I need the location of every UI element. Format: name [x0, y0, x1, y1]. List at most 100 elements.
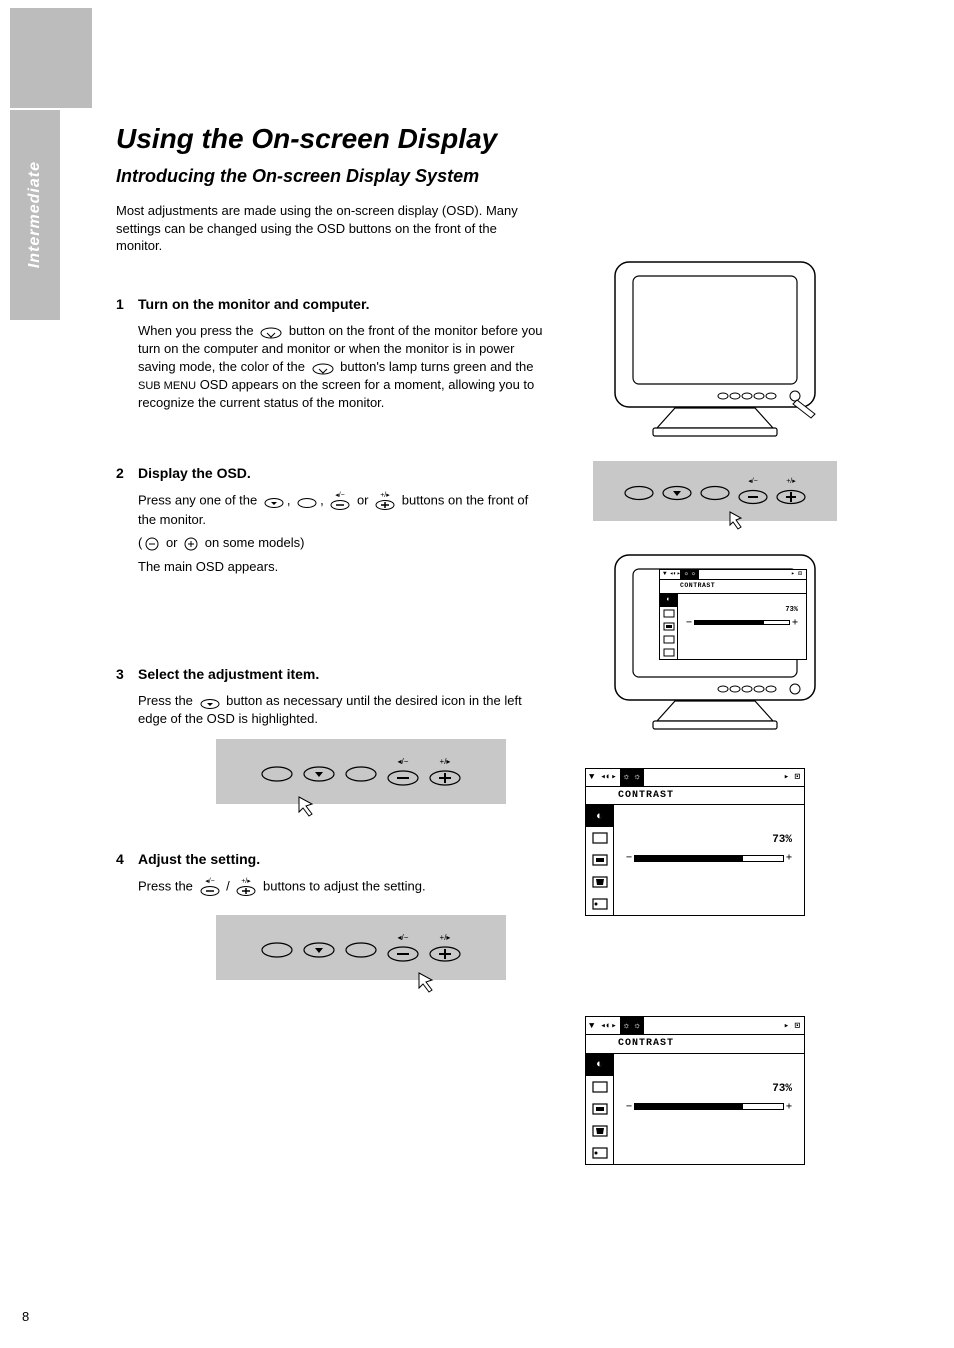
osd-fill [635, 856, 743, 861]
minus-icon: ◂/− [199, 877, 221, 897]
button-panel: ◂/− +/▸ [216, 739, 506, 804]
osd-panel: ▼ ◂◐▸ ☼ ☼ ▸ ⊡ CONTRAST ◐ 73% − + [585, 768, 805, 917]
plus-button-icon: +/▸ [427, 932, 463, 964]
down-icon [199, 694, 221, 710]
osd-mini: ▼◂◐▸ ☼ ☼ ▸ ⊡ CONTRAST ◐ 73% −+ [659, 569, 807, 660]
step3-body: Press the button as necessary until the … [138, 692, 546, 727]
sub-menu-icon [259, 322, 283, 340]
osd-percent: 73% [772, 833, 792, 848]
down-arrow-icon: ▼ [586, 771, 597, 783]
osd-title: CONTRAST [586, 787, 804, 806]
blank-button-icon [259, 936, 295, 960]
minus-button-icon: ◂/− [385, 756, 421, 788]
monitor-illustration [605, 252, 825, 447]
header-highlight: ☼ ☼ [620, 769, 644, 786]
control-strip: ◂/− +/▸ [593, 461, 837, 521]
osd-icon [660, 607, 677, 620]
blank-icon [296, 493, 318, 509]
page-number: 8 [22, 1308, 29, 1326]
down-arrow-icon: ▼ [586, 1020, 597, 1032]
svg-text:+/▸: +/▸ [380, 492, 390, 499]
minus-icon: ◂/− [329, 491, 351, 511]
blank-button-icon [622, 480, 656, 502]
osd-icon-contrast: ◐ [586, 805, 613, 827]
minus-circle-icon [144, 536, 160, 552]
corner-block [10, 8, 92, 108]
nav-icons: ◂◐▸ [597, 771, 619, 783]
osd-icon-size [586, 1076, 613, 1098]
osd-title: CONTRAST [586, 1035, 804, 1054]
osd-panel: ▼ ◂◐▸ ☼ ☼ ▸ ⊡ CONTRAST ◐ 73% − + [585, 1016, 805, 1165]
svg-text:◂/−: ◂/− [205, 878, 215, 885]
osd-slider: − + [624, 1100, 794, 1114]
svg-text:+/▸: +/▸ [786, 478, 796, 485]
osd-icon-size [586, 827, 613, 849]
sub-menu-icon [311, 358, 335, 376]
osd-title: CONTRAST [660, 580, 806, 594]
osd-icon-extra [586, 893, 613, 915]
button-panel: ◂/− +/▸ [216, 915, 506, 980]
blank-button-icon [259, 760, 295, 784]
page-title: Using the On-screen Display [116, 120, 546, 158]
svg-text:+/▸: +/▸ [440, 933, 451, 942]
header-highlight: ☼ ☼ [620, 1017, 644, 1034]
osd-percent: 73% [772, 1082, 792, 1097]
down-button-icon [301, 936, 337, 960]
osd-slider: − + [624, 851, 794, 865]
step4-body: Press the ◂/− / +/▸ buttons to adjust th… [138, 877, 546, 897]
svg-text:◂/−: ◂/− [748, 478, 758, 485]
down-button-icon [660, 480, 694, 502]
osd-icon-position [586, 849, 613, 871]
step-number: 1 [116, 295, 138, 314]
down-button-icon [301, 760, 337, 784]
plus-circle-icon [183, 536, 199, 552]
plus-icon: +/▸ [235, 877, 257, 897]
intro-paragraph: Most adjustments are made using the on-s… [116, 202, 546, 255]
minus-button-icon: ◂/− [736, 476, 770, 506]
osd-fill [635, 1104, 743, 1109]
svg-text:◂/−: ◂/− [336, 492, 346, 499]
osd-icon-contrast: ◐ [660, 594, 677, 607]
osd-icon [660, 633, 677, 646]
step-heading: Adjust the setting. [138, 851, 260, 867]
sidebar-label: Intermediate [24, 161, 46, 268]
osd-icon-geometry [586, 871, 613, 893]
step-number: 4 [116, 850, 138, 869]
step-number: 3 [116, 665, 138, 684]
osd-icon-extra [586, 1142, 613, 1164]
osd-icon-contrast: ◐ [586, 1054, 613, 1076]
nav-icons: ◂◐▸ [597, 1020, 619, 1032]
plus-icon: +/▸ [374, 491, 396, 511]
plus-button-icon: +/▸ [427, 756, 463, 788]
down-icon [263, 493, 285, 509]
plus-button-icon: +/▸ [774, 476, 808, 506]
osd-icon-position [586, 1098, 613, 1120]
step1-body: When you press the button on the front o… [138, 322, 546, 412]
osd-icon [660, 646, 677, 659]
section-heading: Introducing the On-screen Display System [116, 164, 546, 188]
blank-button-icon [343, 760, 379, 784]
osd-icon-geometry [586, 1120, 613, 1142]
osd-percent: 73% [785, 606, 798, 615]
sidebar-tab: Intermediate [10, 110, 60, 320]
blank-button-icon [698, 480, 732, 502]
osd-icon [660, 620, 677, 633]
step-heading: Select the adjustment item. [138, 666, 319, 682]
svg-text:+/▸: +/▸ [440, 757, 451, 766]
exit-icon: ▸ ⊡ [780, 1020, 804, 1032]
hand-pointer-icon [725, 507, 751, 533]
exit-icon: ▸ ⊡ [780, 771, 804, 783]
step2-body: Press any one of the , , ◂/− or +/▸ butt… [138, 491, 546, 529]
step-heading: Display the OSD. [138, 465, 251, 481]
hand-pointer-icon [294, 792, 324, 822]
svg-text:◂/−: ◂/− [398, 757, 409, 766]
monitor-with-osd: ▼◂◐▸ ☼ ☼ ▸ ⊡ CONTRAST ◐ 73% −+ [605, 545, 825, 740]
minus-button-icon: ◂/− [385, 932, 421, 964]
svg-text:+/▸: +/▸ [242, 878, 252, 885]
svg-text:◂/−: ◂/− [398, 933, 409, 942]
step2-note: The main OSD appears. [138, 558, 546, 576]
blank-button-icon [343, 936, 379, 960]
hand-pointer-icon [414, 968, 444, 998]
step-number: 2 [116, 464, 138, 483]
step-heading: Turn on the monitor and computer. [138, 296, 370, 312]
